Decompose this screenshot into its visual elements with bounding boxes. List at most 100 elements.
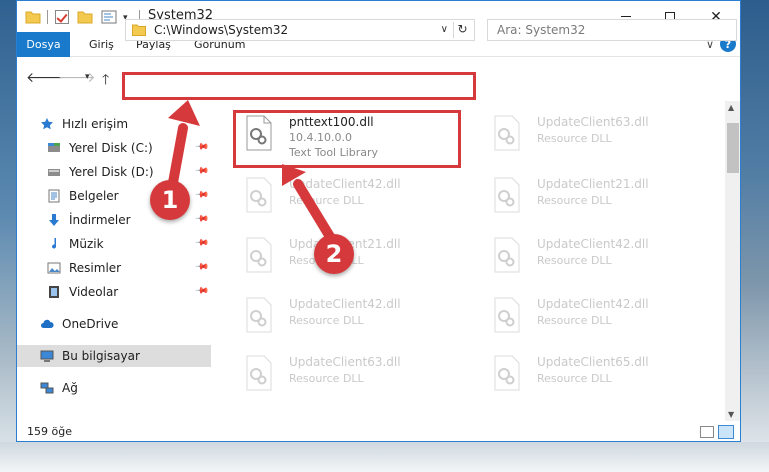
list-item[interactable]: UpdateClient65.dll Resource DLL: [485, 349, 715, 397]
dll-file-icon: [246, 355, 272, 391]
file-name: UpdateClient21.dll: [537, 177, 649, 191]
refresh-icon[interactable]: ↻: [453, 22, 471, 38]
up-arrow-icon[interactable]: 🡑: [102, 69, 109, 93]
file-description: Resource DLL: [537, 194, 612, 207]
item-count: 159 öğe: [27, 425, 72, 438]
explorer-window: ▾ System32 ✕ Dosya Giriş Paylaş Görünüm …: [16, 0, 741, 442]
step-badge-1: 1: [150, 180, 190, 220]
folder-icon: [132, 24, 146, 36]
dll-file-icon: [246, 237, 272, 273]
address-path[interactable]: C:\Windows\System32: [154, 23, 288, 37]
sidebar-item-label: Müzik: [69, 237, 104, 251]
dll-file-icon: [494, 237, 520, 273]
dll-file-icon: [494, 177, 520, 213]
vertical-scrollbar[interactable]: ▲ ▼: [725, 101, 740, 421]
list-item[interactable]: UpdateClient42.dll Resource DLL: [485, 231, 715, 279]
new-folder-icon[interactable]: [77, 9, 93, 25]
dll-file-icon: [494, 355, 520, 391]
music-icon: [52, 238, 57, 249]
star-icon: [41, 118, 53, 130]
recent-locations-icon[interactable]: ▾: [85, 72, 90, 82]
large-icons-view-icon[interactable]: [718, 425, 734, 439]
download-icon: [49, 214, 59, 226]
sidebar-item-label: Ağ: [62, 381, 78, 395]
sidebar-item-label: Hızlı erişim: [62, 117, 129, 131]
sidebar-item-quick-access[interactable]: Hızlı erişim: [17, 113, 211, 135]
navigation-pane: Hızlı erişim Yerel Disk (C:) 📌 Yerel Dis…: [17, 101, 211, 421]
drive-icon: [48, 143, 60, 152]
sidebar-item-network[interactable]: Ağ: [17, 377, 211, 399]
list-item[interactable]: UpdateClient63.dll Resource DLL: [237, 349, 467, 397]
sidebar-item-pictures[interactable]: Resimler 📌: [17, 257, 211, 279]
sidebar-item-onedrive[interactable]: OneDrive: [17, 313, 211, 335]
cloud-icon: [41, 319, 54, 328]
tab-file[interactable]: Dosya: [17, 32, 70, 57]
sidebar-item-local-disk-c[interactable]: Yerel Disk (C:) 📌: [17, 137, 211, 159]
file-description: Resource DLL: [537, 254, 612, 267]
file-description: Resource DLL: [289, 194, 364, 207]
scroll-down-icon[interactable]: ▼: [728, 410, 734, 419]
desktop-background-bottom: [0, 442, 769, 472]
address-highlight-box: [122, 72, 476, 100]
sidebar-item-label: Resimler: [69, 261, 122, 275]
tab-home[interactable]: Giriş: [89, 38, 114, 51]
file-description: Resource DLL: [289, 372, 364, 385]
desktop-background-left: [0, 0, 16, 472]
dll-file-icon: [494, 297, 520, 333]
computer-icon: [40, 350, 54, 362]
list-item[interactable]: UpdateClient42.dll Resource DLL: [485, 291, 715, 339]
file-name: UpdateClient42.dll: [289, 297, 401, 311]
file-description: Resource DLL: [537, 372, 612, 385]
pin-icon: 📌: [193, 187, 209, 203]
sidebar-item-label: OneDrive: [62, 317, 119, 331]
sidebar-item-this-pc[interactable]: Bu bilgisayar: [17, 345, 211, 367]
file-highlight-box: [233, 110, 461, 168]
list-item[interactable]: UpdateClient42.dll Resource DLL: [237, 291, 467, 339]
desktop-background-right: [741, 0, 769, 472]
pin-icon: 📌: [193, 283, 209, 299]
file-description: Resource DLL: [537, 132, 612, 145]
file-description: Resource DLL: [537, 314, 612, 327]
sidebar-item-local-disk-d[interactable]: Yerel Disk (D:) 📌: [17, 161, 211, 183]
scrollbar-thumb[interactable]: [727, 123, 739, 173]
list-item[interactable]: UpdateClient42.dll Resource DLL: [237, 171, 467, 219]
file-name: UpdateClient42.dll: [289, 177, 401, 191]
status-bar: 159 öğe: [17, 421, 740, 441]
step-badge-2: 2: [314, 234, 354, 274]
dll-file-icon: [246, 177, 272, 213]
details-view-icon[interactable]: [700, 426, 714, 438]
sidebar-item-label: Yerel Disk (C:): [69, 141, 153, 155]
sidebar-item-label: Videolar: [69, 285, 119, 299]
rename-icon[interactable]: [101, 10, 117, 24]
network-icon: [40, 382, 54, 394]
drive-icon: [48, 169, 60, 176]
list-item[interactable]: UpdateClient21.dll Resource DLL: [485, 171, 715, 219]
dll-file-icon: [494, 115, 520, 151]
minimize-icon: [621, 16, 631, 17]
file-description: Resource DLL: [289, 314, 364, 327]
pin-icon: 📌: [193, 211, 209, 227]
pin-icon: 📌: [193, 259, 209, 275]
folder-icon: [25, 11, 41, 24]
file-name: UpdateClient63.dll: [289, 355, 401, 369]
address-dropdown-icon[interactable]: ∨: [441, 24, 448, 35]
properties-check-icon[interactable]: [55, 10, 69, 24]
scroll-up-icon[interactable]: ▲: [728, 103, 734, 112]
pictures-icon: [47, 262, 61, 274]
file-name: UpdateClient42.dll: [537, 297, 649, 311]
file-name: UpdateClient42.dll: [537, 237, 649, 251]
list-item[interactable]: UpdateClient63.dll Resource DLL: [485, 109, 715, 157]
sidebar-item-music[interactable]: Müzik 📌: [17, 233, 211, 255]
dll-file-icon: [246, 297, 272, 333]
search-box[interactable]: Ara: System32: [487, 19, 737, 41]
sidebar-item-label: Yerel Disk (D:): [69, 165, 154, 179]
sidebar-item-videos[interactable]: Videolar 📌: [17, 281, 211, 303]
video-icon: [49, 286, 59, 298]
pin-icon: 📌: [193, 163, 209, 179]
sidebar-item-label: İndirmeler: [69, 213, 131, 227]
pin-icon: 📌: [193, 139, 209, 155]
address-bar[interactable]: C:\Windows\System32 ∨ ↻: [125, 19, 475, 41]
file-name: UpdateClient63.dll: [537, 115, 649, 129]
sidebar-item-label: Belgeler: [69, 189, 119, 203]
quick-access-separator: [47, 10, 48, 24]
